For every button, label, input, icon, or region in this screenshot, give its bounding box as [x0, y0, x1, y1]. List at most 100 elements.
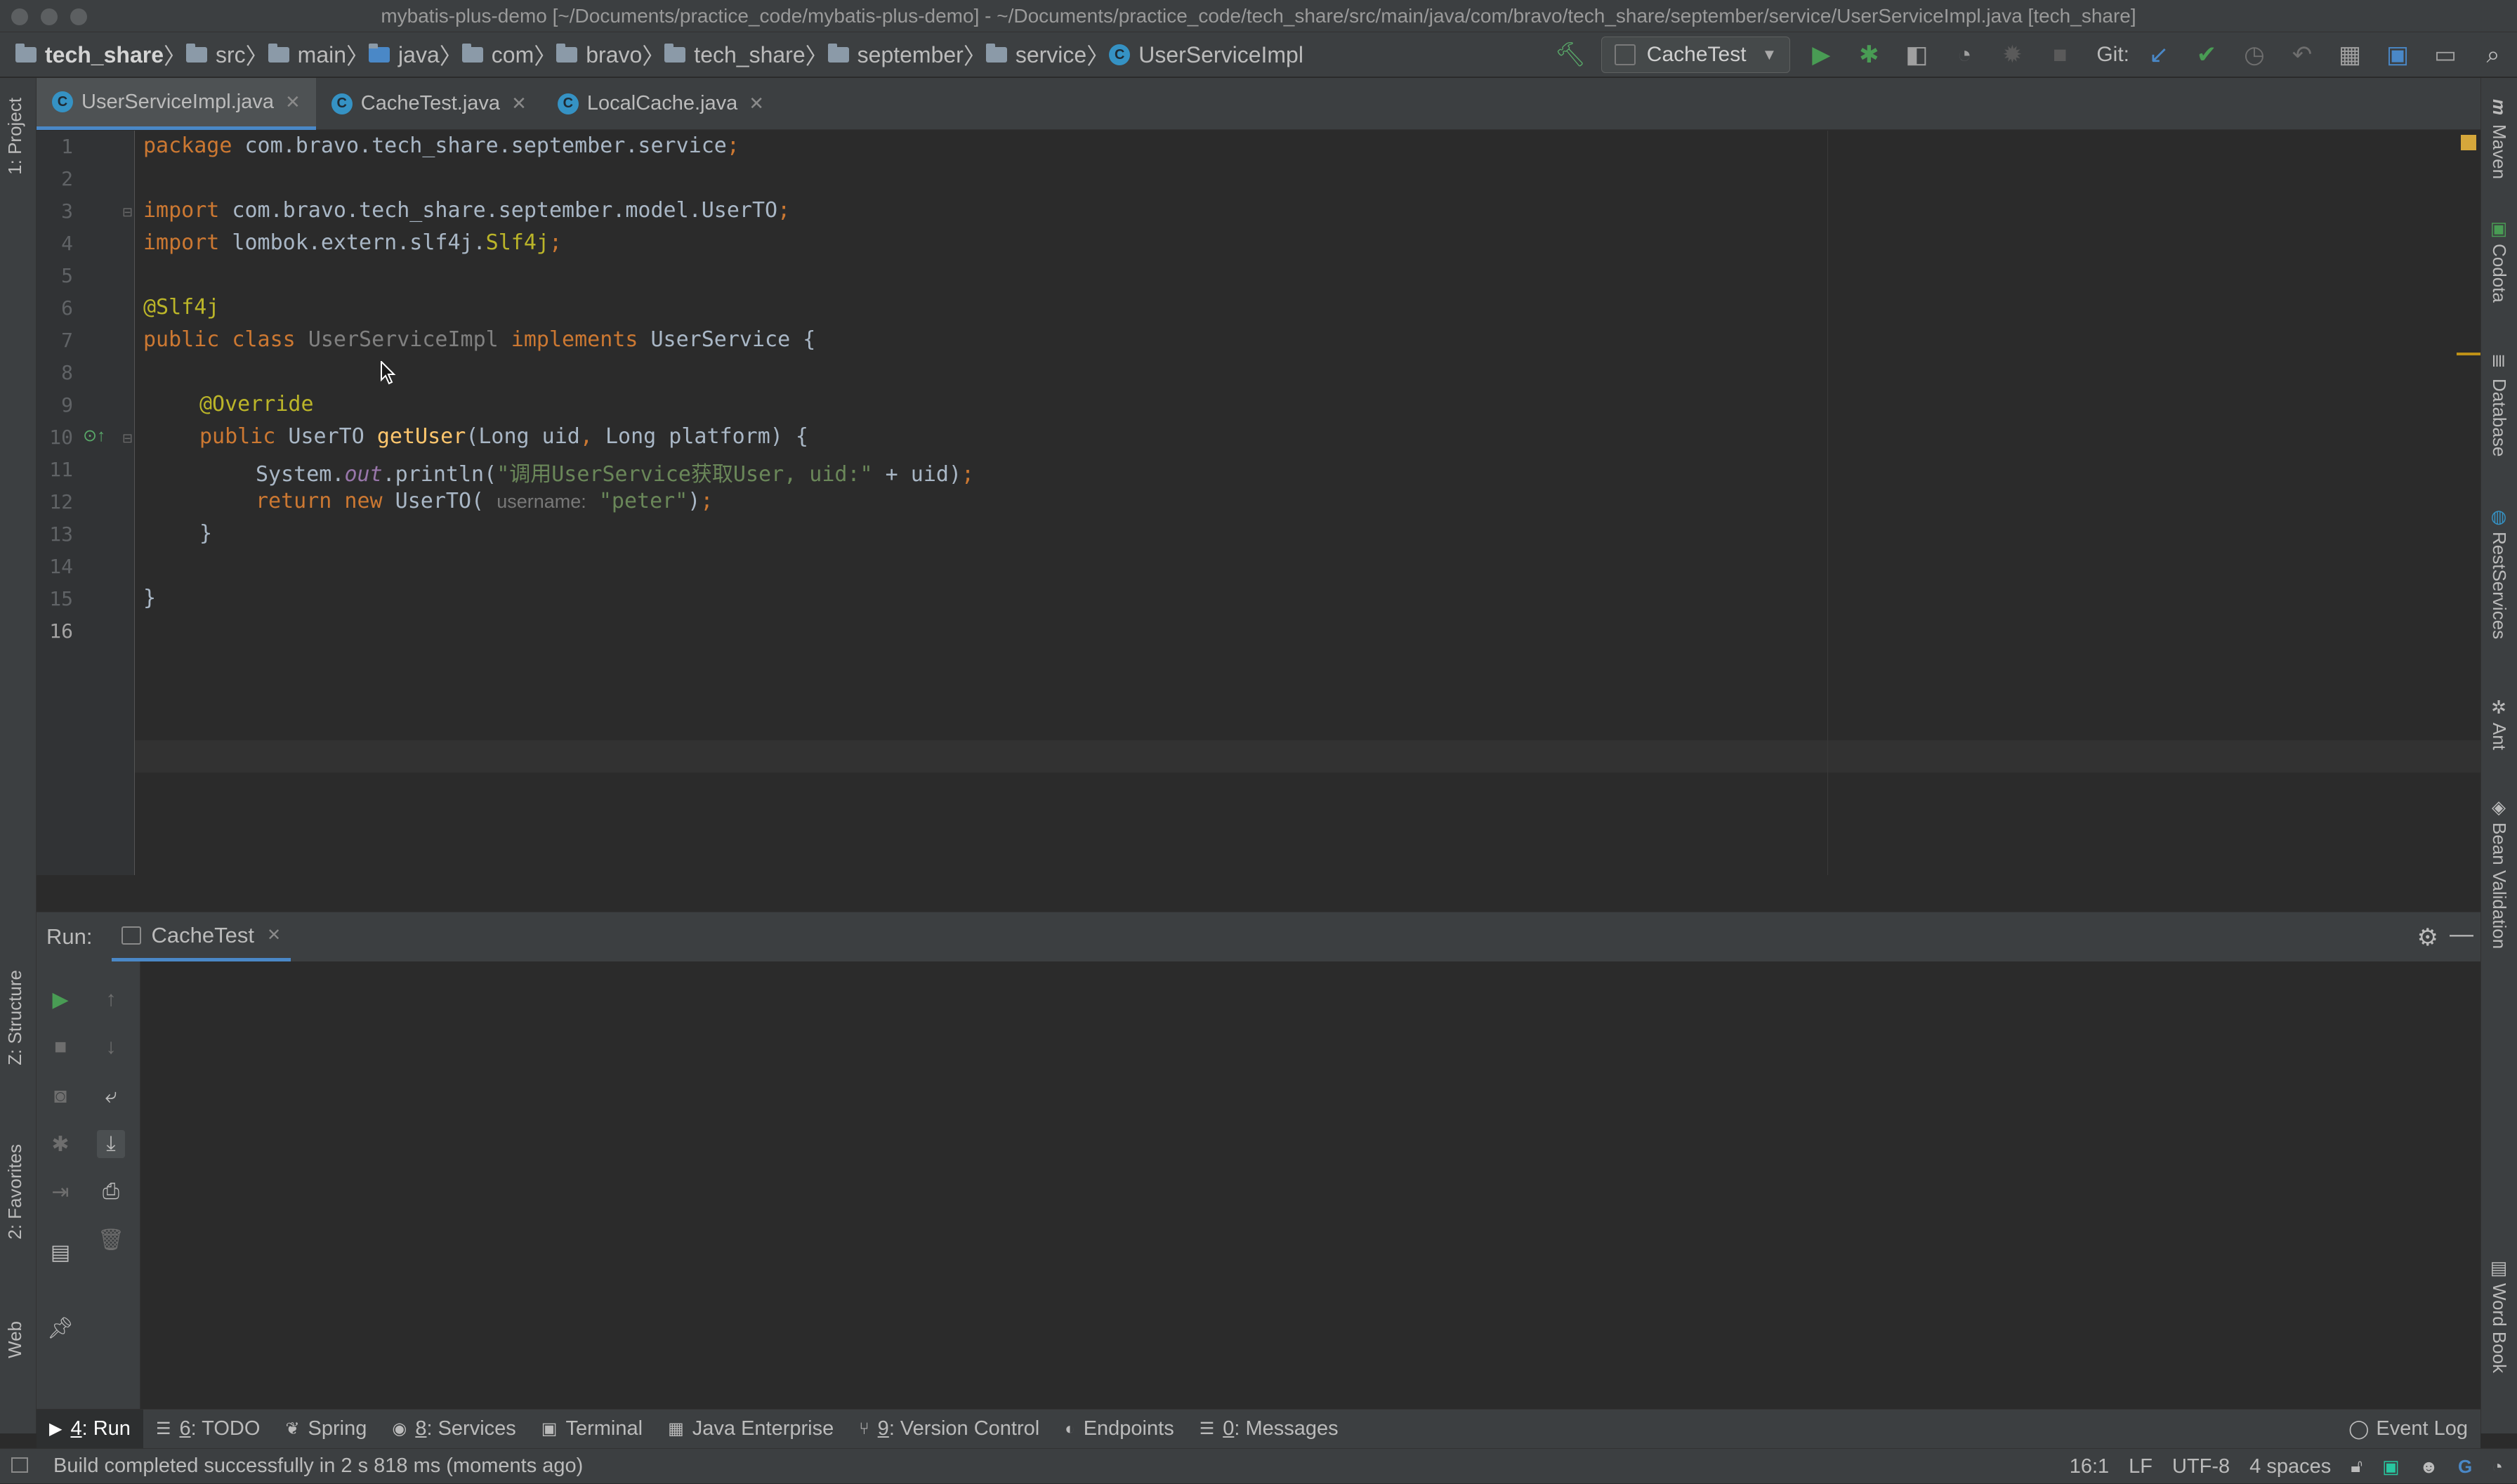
tool-tab-java-enterprise[interactable]: ▦ Java Enterprise	[655, 1410, 846, 1449]
close-tab-icon[interactable]: ✕	[511, 93, 527, 114]
web-tool-tab[interactable]: Web	[4, 1321, 26, 1358]
run-tool-window: Run: CacheTest ✕ ⚙ — ▶ ↑ ■ ↓ ◙ ⤶ ✱ ⤓ ⇥ ⎙…	[37, 912, 2480, 1410]
google-icon[interactable]: G	[2458, 1456, 2472, 1478]
breadcrumb-main[interactable]: main	[268, 32, 346, 77]
tool-tab-run[interactable]: ▶ 4: Run	[37, 1409, 143, 1449]
editor-gutter[interactable]: 1 2 3 4 5 6 7 8 9 10 11 12 13 14 15 16 ⊙…	[37, 131, 135, 875]
run-with-coverage-icon[interactable]: ◧	[1902, 41, 1931, 69]
fold-marker-icon[interactable]: ⊟	[122, 431, 133, 446]
scroll-up-icon[interactable]: ↑	[97, 985, 125, 1013]
tab-cachetest[interactable]: C CacheTest.java ✕	[316, 78, 542, 130]
tool-tab-todo[interactable]: ☰ 6: TODO	[143, 1410, 273, 1449]
tool-tab-version-control[interactable]: ⑂ 9: Version Control	[846, 1410, 1052, 1449]
run-icon[interactable]: ▶	[1807, 41, 1835, 69]
terminal-plugin-icon[interactable]: ▣	[2382, 1456, 2400, 1478]
breadcrumb-com[interactable]: com	[461, 32, 534, 77]
event-log-icon: ◯	[2348, 1418, 2370, 1439]
package-icon	[664, 44, 686, 63]
run-configuration-select[interactable]: CacheTest ▼	[1601, 37, 1791, 73]
tool-tab-messages[interactable]: ☰ 0: Messages	[1187, 1410, 1351, 1449]
stop-icon[interactable]: ■	[2046, 41, 2074, 69]
print-icon[interactable]: ⎙	[97, 1178, 125, 1206]
memory-indicator-icon[interactable]: ◔	[2492, 1456, 2503, 1478]
code-line-15: }	[143, 586, 157, 610]
soft-wrap-icon[interactable]: ⤶	[97, 1082, 125, 1110]
tab-userserviceimpl[interactable]: C UserServiceImpl.java ✕	[37, 77, 316, 130]
settings-gear-icon[interactable]: ⚙	[2417, 924, 2438, 952]
lock-icon[interactable]: 🔓︎	[2351, 1455, 2362, 1478]
breadcrumb-bravo[interactable]: bravo	[556, 32, 642, 77]
presentation-icon[interactable]: ▭	[2431, 41, 2459, 69]
implements-method-gutter-icon[interactable]: ⊙↑	[83, 426, 105, 446]
class-icon: C	[52, 91, 73, 112]
line-number: 1	[61, 135, 73, 158]
event-log-button[interactable]: ◯ Event Log	[2336, 1410, 2480, 1449]
trash-icon[interactable]: 🗑︎	[97, 1226, 125, 1254]
project-structure-icon[interactable]: ▦	[2336, 41, 2364, 69]
debug-icon[interactable]: ✱	[46, 1130, 74, 1158]
camera-icon[interactable]: ◙	[46, 1082, 74, 1110]
file-encoding[interactable]: UTF-8	[2172, 1455, 2230, 1478]
build-hammer-icon[interactable]: 🔨︎	[1555, 41, 1585, 69]
breadcrumb-tech-share[interactable]: tech_share	[664, 32, 806, 77]
status-bar: Build completed successfully in 2 s 818 …	[0, 1448, 2517, 1483]
project-tool-tab[interactable]: 1: Project	[4, 98, 26, 175]
structure-tool-tab[interactable]: Z: Structure	[4, 970, 26, 1065]
exit-icon[interactable]: ⇥	[46, 1178, 74, 1206]
caret-position[interactable]: 16:1	[2070, 1455, 2109, 1478]
layout-icon[interactable]: ▤	[46, 1238, 74, 1266]
breadcrumb-project[interactable]: tech_share	[15, 32, 164, 77]
git-history-icon[interactable]: ◷	[2240, 41, 2268, 69]
console-output[interactable]	[140, 961, 2480, 1410]
tool-tab-services[interactable]: ◉ 8: Services	[379, 1410, 528, 1449]
database-tool-tab[interactable]: Database	[2488, 379, 2510, 457]
breadcrumb-service[interactable]: service	[985, 32, 1086, 77]
indent-setting[interactable]: 4 spaces	[2249, 1455, 2331, 1478]
run-tab-cachetest[interactable]: CacheTest ✕	[112, 912, 291, 961]
stop-icon[interactable]: ■	[46, 1033, 74, 1061]
breadcrumb-class[interactable]: C UserServiceImpl	[1109, 32, 1303, 77]
inspection-warning-icon[interactable]	[2461, 135, 2476, 150]
debug-icon[interactable]: ✱	[1855, 41, 1883, 69]
ant-tool-tab[interactable]: Ant	[2488, 723, 2510, 750]
breadcrumb-september[interactable]: september	[827, 32, 964, 77]
scroll-to-end-icon[interactable]: ⤓	[97, 1130, 125, 1158]
tab-localcache[interactable]: C LocalCache.java ✕	[542, 78, 780, 130]
code-line-11: System.out.println("调用UserService获取User,…	[256, 462, 975, 487]
close-tab-icon[interactable]: ✕	[267, 925, 281, 945]
breadcrumb-src[interactable]: src	[186, 32, 246, 77]
codota-tool-tab[interactable]: Codota	[2488, 244, 2510, 303]
maven-tool-tab[interactable]: Maven	[2488, 124, 2510, 179]
profile-icon[interactable]: ◔	[1950, 41, 1978, 69]
minimize-panel-icon[interactable]: —	[2450, 921, 2473, 948]
bean-validation-tool-tab[interactable]: Bean Validation	[2488, 822, 2510, 949]
tool-windows-toggle-icon[interactable]	[11, 1457, 28, 1473]
fold-marker-icon[interactable]: ⊟	[122, 205, 133, 220]
rerun-icon[interactable]: ▶	[46, 985, 74, 1013]
tool-tab-spring[interactable]: ❦ Spring	[272, 1410, 379, 1449]
line-separator[interactable]: LF	[2129, 1455, 2153, 1478]
search-icon[interactable]: ⌕	[2479, 41, 2507, 69]
spring-icon: ❦	[285, 1419, 300, 1438]
git-rollback-icon[interactable]: ↶	[2288, 41, 2316, 69]
tool-tab-terminal[interactable]: ▣ Terminal	[529, 1410, 655, 1449]
chevron-right-icon: 〉	[963, 44, 986, 69]
git-update-icon[interactable]: ↙	[2145, 41, 2173, 69]
close-tab-icon[interactable]: ✕	[749, 93, 764, 114]
favorites-tool-tab[interactable]: 2: Favorites	[4, 1144, 26, 1240]
close-tab-icon[interactable]: ✕	[285, 91, 301, 113]
git-commit-icon[interactable]: ✔	[2193, 41, 2221, 69]
package-icon	[556, 44, 578, 63]
word-book-tool-tab[interactable]: Word Book	[2488, 1283, 2510, 1373]
restservices-tool-tab[interactable]: RestServices	[2488, 532, 2510, 639]
status-indicators: 16:1 LF UTF-8 4 spaces 🔓︎ ▣ ☻ G ◔	[2050, 1449, 2503, 1484]
pin-icon[interactable]: 📌︎	[46, 1314, 74, 1342]
error-stripe-marker[interactable]	[2457, 353, 2480, 355]
breadcrumb-java[interactable]: java	[369, 32, 440, 77]
inspector-icon[interactable]: ☻	[2419, 1456, 2438, 1478]
code-editor[interactable]: 1 2 3 4 5 6 7 8 9 10 11 12 13 14 15 16 ⊙…	[37, 131, 2480, 875]
scroll-down-icon[interactable]: ↓	[97, 1033, 125, 1061]
translate-icon[interactable]: ▣	[2384, 41, 2412, 69]
attach-debugger-icon[interactable]: ✹	[1998, 41, 2026, 69]
tool-tab-endpoints[interactable]: ◐ Endpoints	[1052, 1410, 1187, 1449]
